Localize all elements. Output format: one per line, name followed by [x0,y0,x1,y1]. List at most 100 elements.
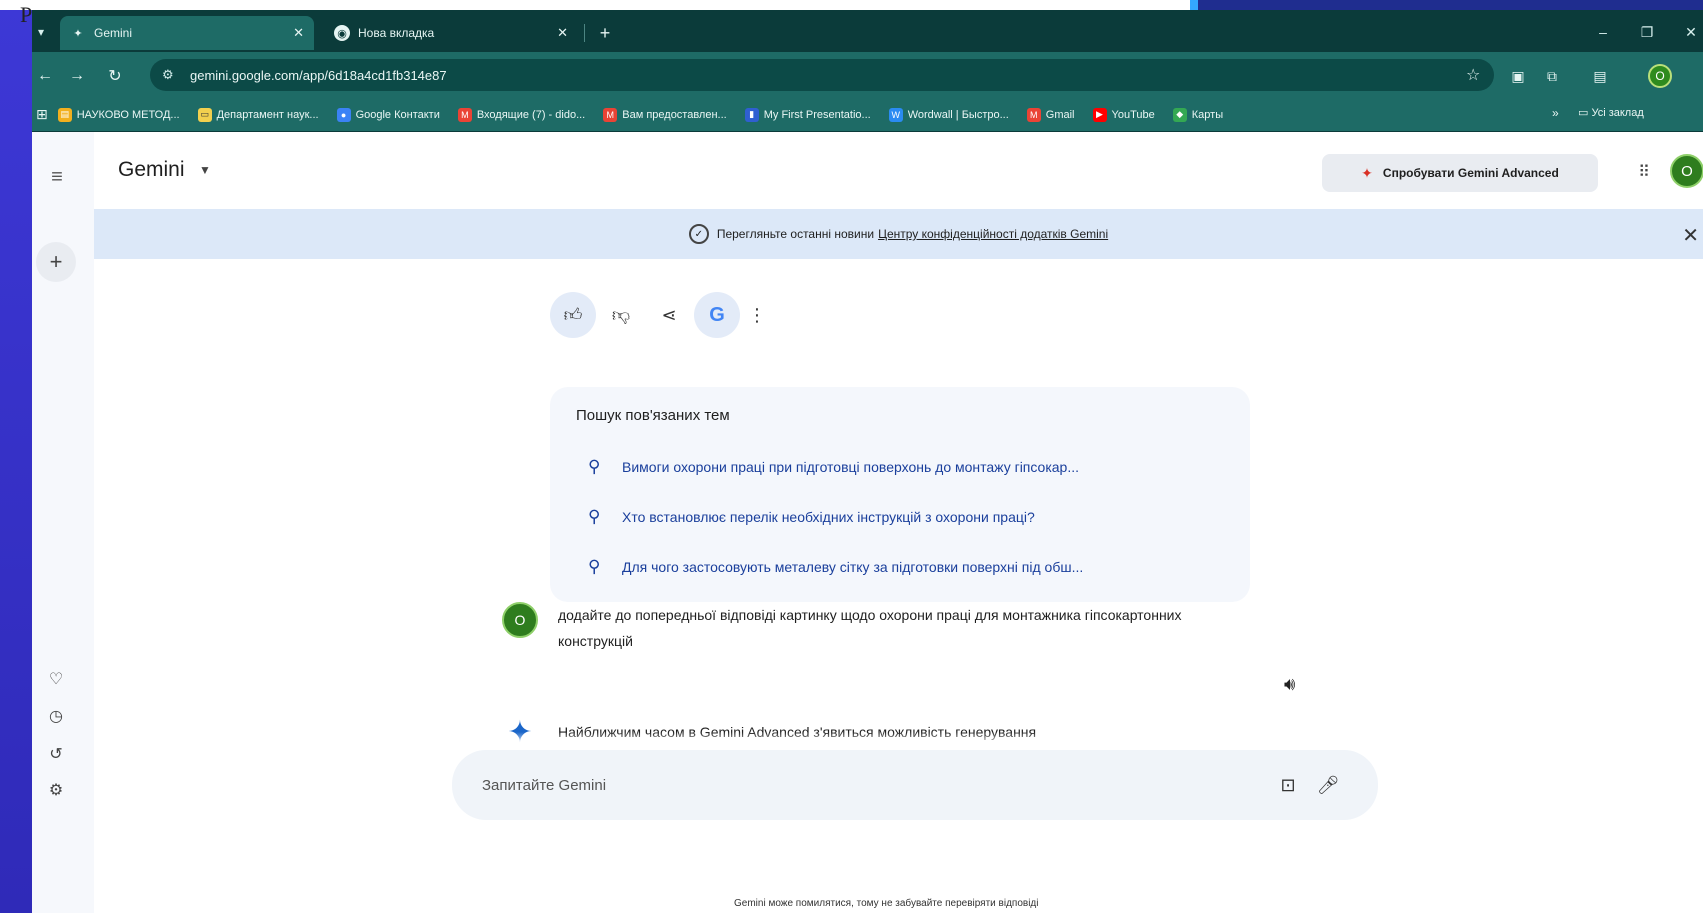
bookmark-item[interactable]: ▮ My First Presentatio... [744,107,871,122]
try-advanced-button[interactable]: ✦ Спробувати Gemini Advanced [1322,154,1598,192]
bookmark-item[interactable]: ▶ YouTube [1092,107,1155,122]
bookmark-item[interactable]: ▤ НАУКОВО МЕТОД... [57,107,180,122]
background-window-fragment [1190,0,1703,10]
app-title[interactable]: Gemini [118,158,185,182]
gem-manager-icon[interactable]: ♡ [44,667,68,691]
apps-grid-icon[interactable]: ⊞ [36,106,48,123]
reading-mode-icon[interactable]: ▤ [1588,64,1612,88]
search-icon: ⚲ [588,507,601,526]
tab-search-icon[interactable]: ▾ [32,20,50,44]
image-upload-icon[interactable]: ⊡ [1268,775,1308,796]
forward-arrow-icon[interactable]: → [64,63,90,89]
thumbs-up-icon[interactable]: 👍︎ [550,292,596,338]
tab-label: Gemini [94,26,133,40]
background-text: Р [20,2,33,27]
side-rail: ≡ + ♡ ◷ ↺ ⚙ [32,132,94,913]
banner-link[interactable]: Центру конфіденційності додатків Gemini [878,227,1108,241]
search-icon: ⚲ [588,457,601,476]
microphone-icon[interactable]: 🎤︎ [1308,775,1348,796]
bookmark-item[interactable]: M Gmail [1026,107,1075,122]
back-arrow-icon[interactable]: ← [32,63,58,89]
all-bookmarks-button[interactable]: ▭ Усі заклад [1578,106,1644,119]
desktop-background [0,0,32,913]
google-apps-icon[interactable]: ⠿ [1630,158,1658,186]
bookmark-item[interactable]: ● Google Контакти [336,107,440,122]
bookmark-label: Wordwall | Быстро... [907,108,1009,121]
share-icon[interactable]: ⋖ [646,292,692,338]
tab-close-icon[interactable]: ✕ [293,25,304,41]
minimize-button[interactable]: – [1588,20,1618,44]
response-actions: 👍︎ 👎︎ ⋖ G ⋮ [550,292,774,338]
prompt-placeholder[interactable]: Запитайте Gemini [482,777,1268,794]
activity-icon[interactable]: ↺ [44,742,68,766]
google-check-icon[interactable]: G [694,292,740,338]
new-chat-button[interactable]: + [36,242,76,282]
settings-gear-icon[interactable]: ⚙ [44,778,68,802]
related-topic-item[interactable]: ⚲ Для чого застосовують металеву сітку з… [576,542,1224,592]
search-icon: ⚲ [588,557,601,576]
address-bar[interactable]: ⚙ gemini.google.com/app/6d18a4cd1fb314e8… [150,59,1494,91]
bookmark-item[interactable]: ◆ Карты [1172,107,1224,122]
bookmark-item[interactable]: ▭ Департамент наук... [197,107,319,122]
related-topics-card: Пошук пов'язаних тем ⚲ Вимоги охорони пр… [550,387,1250,602]
chrome-icon: ◉ [334,25,350,41]
new-tab-button[interactable]: + [592,20,618,46]
all-bookmarks-label: Усі заклад [1591,107,1644,119]
tab-divider [584,24,585,42]
more-vert-icon[interactable]: ⋮ [742,292,772,338]
translate-extension-icon[interactable]: ▣ [1506,64,1530,88]
url-text[interactable]: gemini.google.com/app/6d18a4cd1fb314e87 [190,68,1466,83]
bookmark-label: Google Контакти [355,108,440,121]
bookmark-label: Вам предоставлен... [622,108,727,121]
background-window-strip [0,0,1703,10]
gemini-page: ≡ + ♡ ◷ ↺ ⚙ Gemini ▼ ✦ Спробувати Gemini… [32,132,1703,913]
bookmark-item[interactable]: W Wordwall | Быстро... [888,107,1009,122]
disclaimer-text: Gemini може помилятися, тому не забувайт… [734,898,1039,909]
user-message: О додайте до попередньої відповіді карти… [502,602,1282,654]
folder-icon: ▤ [57,107,72,122]
related-topic-item[interactable]: ⚲ Вимоги охорони праці при підготовці по… [576,442,1224,492]
related-topic-label: Вимоги охорони праці при підготовці пове… [622,459,1080,475]
tab-close-icon[interactable]: ✕ [557,25,568,41]
related-topic-label: Хто встановлює перелік необхідних інстру… [622,509,1035,525]
reload-icon[interactable]: ↻ [102,63,128,89]
bookmark-item[interactable]: M Входящие (7) - dido... [457,107,585,122]
avatar[interactable]: О [1670,154,1703,188]
restore-button[interactable]: ❐ [1632,20,1662,44]
prompt-input[interactable]: Запитайте Gemini ⊡ 🎤︎ [452,750,1378,820]
close-icon[interactable]: ✕ [1682,223,1699,248]
user-message-text: додайте до попередньої відповіді картинк… [558,607,1182,649]
bookmarks-bar: ⊞ ▤ НАУКОВО МЕТОД... ▭ Департамент наук...… [32,98,1703,132]
help-icon[interactable]: ◷ [44,704,68,728]
menu-icon[interactable]: ≡ [42,162,72,192]
bookmark-item[interactable]: M Вам предоставлен... [603,107,727,122]
gemini-spark-icon: ✦ [73,27,83,40]
privacy-banner: ✓ Перегляньте останні новини Центру конф… [94,209,1703,259]
thumbs-down-icon[interactable]: 👎︎ [598,292,644,338]
user-avatar: О [502,602,538,638]
tab-gemini[interactable]: ✦ Gemini ✕ [60,16,314,50]
related-topics-title: Пошук пов'язаних тем [576,407,730,424]
window-close-button[interactable]: ✕ [1676,20,1703,44]
related-topic-label: Для чого застосовують металеву сітку за … [622,559,1084,575]
bookmark-star-icon[interactable]: ☆ [1466,65,1494,85]
tab-new-tab[interactable]: ◉ Нова вкладка ✕ [324,16,578,50]
doc-icon: ▭ [197,107,212,122]
extensions-icon[interactable]: ⧉ [1540,64,1564,88]
tab-label: Нова вкладка [358,26,435,40]
related-topic-item[interactable]: ⚲ Хто встановлює перелік необхідних інст… [576,492,1224,542]
wordwall-icon: W [888,107,903,122]
input-fade [412,732,1412,746]
site-info-icon[interactable]: ⚙ [162,67,184,83]
spark-icon: ✦ [1361,164,1373,181]
speaker-icon[interactable]: 🔊︎ [1284,674,1295,695]
bookmarks-overflow-button[interactable]: » [1552,106,1559,120]
bookmark-label: Департамент наук... [216,108,319,121]
maps-icon: ◆ [1172,107,1187,122]
chevron-down-icon[interactable]: ▼ [199,163,211,177]
background-window-accent [1190,0,1198,10]
bookmark-label: Gmail [1045,108,1075,121]
bookmark-label: Карты [1191,108,1224,121]
browser-profile-avatar[interactable]: О [1648,64,1672,88]
youtube-icon: ▶ [1092,107,1107,122]
